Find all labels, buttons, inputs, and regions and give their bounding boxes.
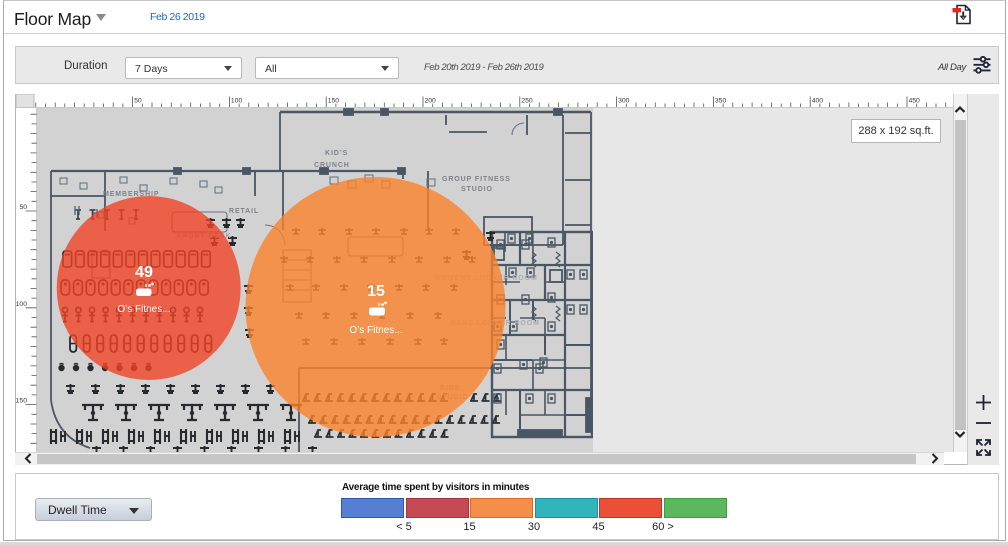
svg-text:50: 50 — [19, 204, 27, 211]
svg-text:49: 49 — [135, 264, 153, 281]
svg-text:KID’S: KID’S — [325, 150, 348, 157]
svg-text:100: 100 — [16, 301, 28, 308]
svg-text:150: 150 — [328, 98, 340, 105]
svg-text:O’s Fitnes...: O’s Fitnes... — [349, 325, 402, 336]
svg-text:350: 350 — [715, 98, 727, 105]
svg-text:200: 200 — [425, 98, 437, 105]
svg-text:100: 100 — [231, 98, 243, 105]
svg-text:250: 250 — [521, 98, 533, 105]
svg-text:50: 50 — [134, 98, 142, 105]
svg-text:GROUP FITNESS: GROUP FITNESS — [442, 176, 511, 183]
svg-text:150: 150 — [16, 398, 28, 405]
svg-text:15: 15 — [367, 283, 385, 300]
svg-text:400: 400 — [812, 98, 824, 105]
svg-text:300: 300 — [618, 98, 630, 105]
svg-text:O’s Fitnes...: O’s Fitnes... — [117, 304, 170, 315]
svg-text:RETAIL: RETAIL — [229, 208, 259, 215]
svg-text:CRUNCH: CRUNCH — [314, 162, 350, 169]
svg-text:450: 450 — [909, 98, 921, 105]
svg-text:STUDIO: STUDIO — [461, 186, 493, 193]
